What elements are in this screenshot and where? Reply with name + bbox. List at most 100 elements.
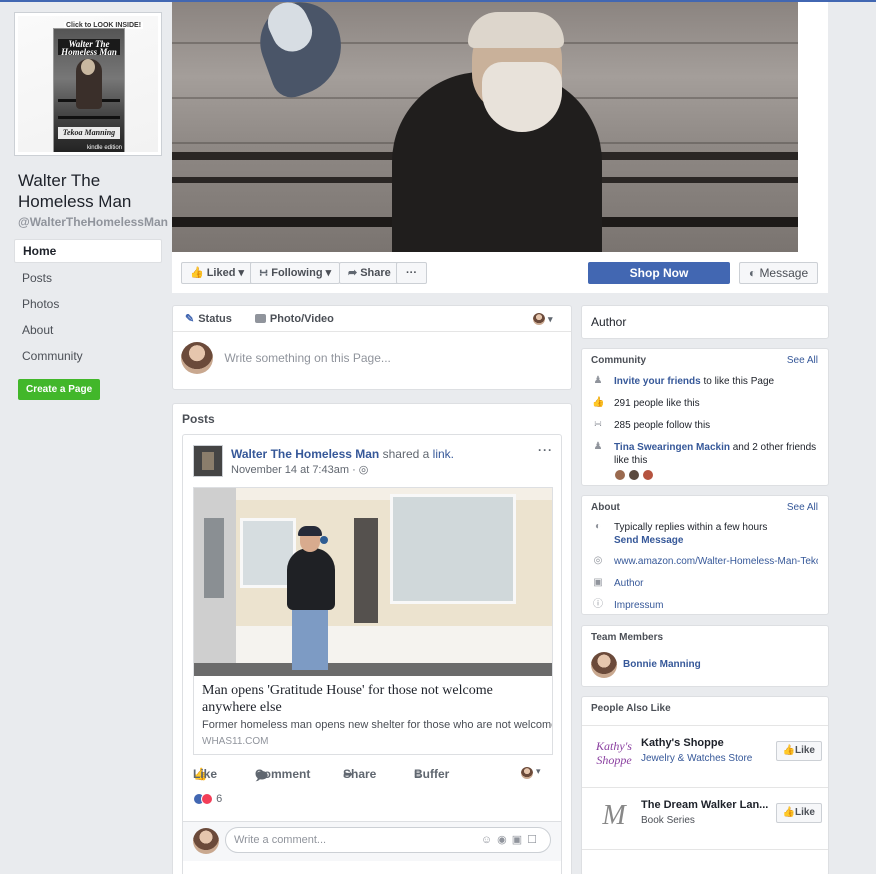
nav-item-posts[interactable]: Posts [14,265,164,291]
divider [582,787,828,788]
page-handle[interactable]: @WalterTheHomelessMan [18,215,168,229]
post-as-avatar[interactable] [521,767,533,779]
category-author[interactable]: Author [582,306,828,338]
store-icon: ▣ [593,577,603,588]
camera-icon[interactable]: ◉ [497,834,512,846]
person-body-art [287,548,335,610]
liked-label: Liked [206,267,236,279]
invite-text: to like this Page [700,376,775,387]
shared-link-word[interactable]: link. [433,447,454,461]
like-page-label: Like [794,807,815,818]
sticker-icon[interactable]: ☐ [527,834,542,846]
message-button[interactable]: ◐ Message [739,262,818,284]
likes-row: 👍 291 people like this [582,397,828,410]
camera-icon [254,314,266,323]
status-tab[interactable]: ✎ Status [185,313,242,325]
more-options-button[interactable]: ··· [396,262,427,284]
website-link[interactable]: www.amazon.com/Walter-Homeless-Man-Tekoa [614,556,818,567]
user-avatar [193,828,219,854]
nav-item-about[interactable]: About [14,317,164,343]
man-hair-art [468,12,564,48]
pencil-icon: ✎ [185,313,195,325]
invite-friends-link[interactable]: Invite your friends [614,376,701,387]
like-page-button[interactable]: 👍Like [775,741,822,761]
cover-photo[interactable] [172,2,798,252]
caret-down-icon[interactable]: ▾ [548,306,553,332]
follows-row: ∺ 285 people follow this [582,419,828,432]
composer-input[interactable]: Write something on this Page... [224,351,391,365]
about-see-all-link[interactable]: See All [787,502,818,513]
suggested-page-name[interactable]: Kathy's Shoppe [641,737,769,749]
reaction-summary[interactable]: 6 [193,793,222,813]
suggested-page-category: Book Series [641,815,695,826]
comment-input[interactable]: Write a comment... ☺◉▣☐ [225,827,551,853]
person-legs-art [292,608,328,670]
people-icon: ♟ [593,441,603,452]
profile-picture[interactable]: Click to LOOK INSIDE! Walter The Homeles… [14,12,162,156]
rss-icon: ∺ [593,419,603,430]
buffer-label: Buffer [414,767,450,781]
link-description: Former homeless man opens new shelter fo… [202,719,552,731]
message-label: Message [759,266,809,280]
suggested-page-logo[interactable]: Kathy's Shoppe [592,733,636,777]
community-see-all-link[interactable]: See All [787,355,818,366]
friend-avatar[interactable] [614,469,626,481]
friend-name-link[interactable]: Tina Swearingen Mackin [614,442,730,453]
messenger-icon: ◐ [748,266,757,280]
post-time-text: November 14 at 7:43am · [231,464,359,476]
user-avatar [181,342,213,374]
community-header: Community See All [582,349,828,366]
post-author-name[interactable]: Walter The Homeless Man [231,447,379,461]
category-link[interactable]: Author [614,578,643,589]
rss-icon: ∺ [259,267,269,279]
suggested-page-name[interactable]: The Dream Walker Lan... [641,799,769,811]
friend-avatars [614,469,828,485]
suggested-page-logo[interactable]: M [592,795,636,839]
book-cover-image: Click to LOOK INSIDE! Walter The Homeles… [18,16,158,152]
team-member-avatar[interactable] [591,652,617,678]
photo-video-tab[interactable]: Photo/Video [254,313,344,325]
post-author-avatar[interactable] [193,445,223,477]
side-window-art [204,518,224,598]
link-domain: WHAS11.COM [202,736,269,747]
suggested-page-category[interactable]: Jewelry & Watches Store [641,753,752,764]
impressum-link[interactable]: Impressum [614,600,663,611]
following-button[interactable]: ∺ Following ▾ [250,262,341,284]
emoji-icon[interactable]: ☺ [481,834,497,846]
follows-count: 285 people follow this [614,420,711,431]
liked-button[interactable]: 👍 Liked ▾ [181,262,254,284]
post-options-icon[interactable]: ··· [538,443,553,457]
nav-item-community[interactable]: Community [14,343,164,369]
people-also-like-card: People Also Like Kathy's Shoppe Kathy's … [581,696,829,874]
nav-item-photos[interactable]: Photos [14,291,164,317]
thumbs-up-icon: 👍 [592,397,605,408]
left-sidebar: Click to LOOK INSIDE! Walter The Homeles… [14,12,168,400]
shop-now-button[interactable]: Shop Now [588,262,730,284]
posts-heading: Posts [182,412,215,426]
likes-count: 291 people like this [614,398,700,409]
response-time-text: Typically replies within a few hours [614,522,768,533]
share-arrow-icon: ➦ [348,267,358,279]
gif-icon[interactable]: ▣ [512,834,527,846]
create-page-button[interactable]: Create a Page [18,379,101,400]
kindle-edition-label: kindle edition [86,145,122,151]
like-page-button[interactable]: 👍Like [775,803,822,823]
team-member-name[interactable]: Bonnie Manning [623,659,701,670]
friend-avatar[interactable] [642,469,654,481]
status-label: Status [198,313,232,325]
post-as-avatar[interactable] [533,313,545,325]
composer-body[interactable]: Write something on this Page... [173,332,571,384]
post-timestamp[interactable]: November 14 at 7:43am · ◎ [231,463,368,476]
share-button[interactable]: ➦ Share [339,262,400,284]
nav-item-home[interactable]: Home [14,239,162,263]
comment-tools: ☺◉▣☐ [481,828,542,852]
friend-avatar[interactable] [628,469,640,481]
link-preview[interactable]: Man opens 'Gratitude House' for those no… [193,487,553,755]
page-nav: Home Posts Photos About Community [14,239,164,369]
send-message-link[interactable]: Send Message [614,535,683,546]
page-action-bar: 👍 Liked ▾ ∺ Following ▾ ➦ Share ··· Shop No… [172,252,828,293]
page-title[interactable]: Walter The Homeless Man [18,170,164,212]
link-title[interactable]: Man opens 'Gratitude House' for those no… [194,676,552,716]
caret-down-icon[interactable]: ▾ [536,766,541,777]
post-author-line: Walter The Homeless Man shared a link. [231,447,454,461]
